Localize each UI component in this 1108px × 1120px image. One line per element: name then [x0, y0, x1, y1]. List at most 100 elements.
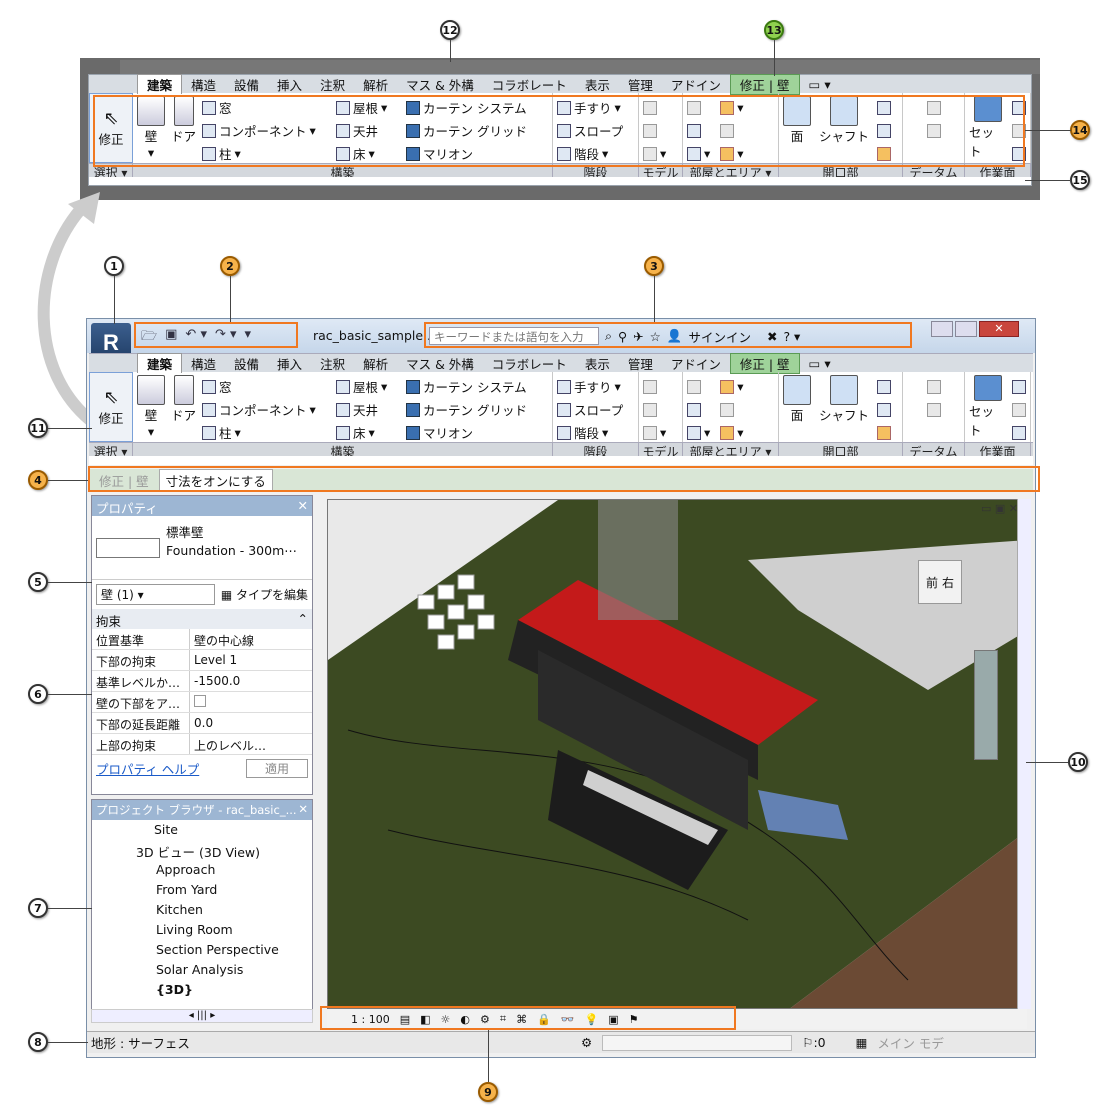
dormer-icon[interactable] — [877, 425, 892, 440]
ramp-button[interactable]: スロープ — [557, 398, 634, 421]
curtain-system-button[interactable]: カーテン システム — [406, 375, 536, 398]
tree-item[interactable]: Site — [92, 822, 312, 842]
set-button[interactable]: セット — [969, 375, 1006, 439]
design-options-icon[interactable]: ▦ — [856, 1035, 868, 1050]
modify-button[interactable]: ⇖ 修正 — [89, 372, 133, 442]
vertical-scrollbar[interactable] — [1017, 499, 1031, 1009]
property-row[interactable]: 下部の延長距離 0.0 — [92, 713, 312, 734]
tree-item[interactable]: From Yard — [92, 882, 312, 902]
property-row[interactable]: 基準レベルか… -1500.0 — [92, 671, 312, 692]
room-icon[interactable] — [687, 379, 701, 394]
maximize-button[interactable] — [955, 321, 977, 337]
model-group-icon[interactable] — [643, 425, 657, 440]
property-value[interactable]: -1500.0 — [190, 671, 312, 691]
area-tag-icon[interactable] — [720, 425, 735, 440]
area-boundary-icon[interactable] — [720, 402, 735, 417]
tab-analyze[interactable]: 解析 — [354, 354, 397, 373]
close-icon[interactable]: ✕ — [298, 802, 308, 818]
viewer-icon[interactable] — [1012, 425, 1026, 440]
tab-modify-wall[interactable]: 修正 | 壁 — [729, 352, 800, 374]
type-selector[interactable]: 標準壁 Foundation - 300m⋯ — [92, 516, 312, 580]
tab-massing[interactable]: マス & 外構 — [397, 354, 483, 373]
tree-item[interactable]: Living Room — [92, 922, 312, 942]
ref-plane-icon[interactable] — [1012, 402, 1026, 417]
design-option-dropdown[interactable]: メイン モデ — [877, 1033, 943, 1052]
face-button[interactable]: 面 — [783, 375, 811, 424]
room-tag-icon[interactable] — [687, 402, 701, 417]
tab-view[interactable]: 表示 — [576, 75, 619, 94]
checkbox[interactable] — [194, 695, 206, 707]
workset-dropdown[interactable] — [602, 1034, 793, 1051]
tab-insert[interactable]: 挿入 — [268, 75, 311, 94]
worksets-icon[interactable]: ⚙ — [581, 1035, 592, 1050]
tab-addins[interactable]: アドイン — [662, 75, 730, 94]
constraints-group[interactable]: 拘束 ⌃ — [92, 609, 312, 629]
select-panel-dropdown[interactable]: 選択 ▾ — [89, 443, 133, 456]
model-text-icon[interactable] — [643, 379, 657, 394]
mullion-button[interactable]: マリオン — [406, 421, 536, 444]
viewcube[interactable]: 前右 — [918, 560, 962, 604]
area-icon[interactable] — [687, 425, 701, 440]
tab-structure[interactable]: 構造 — [182, 354, 225, 373]
room-separator-icon[interactable] — [720, 379, 735, 394]
navigation-bar[interactable] — [974, 650, 998, 760]
properties-help-link[interactable]: プロパティ ヘルプ — [96, 759, 199, 778]
ceiling-button[interactable]: 天井 — [336, 398, 400, 421]
tab-annotate[interactable]: 注釈 — [311, 75, 354, 94]
property-row[interactable]: 下部の拘束 Level 1 — [92, 650, 312, 671]
filter-icon[interactable]: ⚐ — [802, 1035, 813, 1050]
3d-view-canvas[interactable]: ▭ ▣ ✕ 前右 — [327, 499, 1027, 1009]
tab-manage[interactable]: 管理 — [619, 354, 662, 373]
tab-systems[interactable]: 設備 — [225, 75, 268, 94]
tree-item[interactable]: Approach — [92, 862, 312, 882]
room-panel-dropdown[interactable]: 部屋とエリア ▾ — [683, 443, 779, 456]
apply-button[interactable]: 適用 — [245, 759, 308, 778]
tab-addins[interactable]: アドイン — [662, 354, 730, 373]
instance-selector[interactable]: 壁 (1) ▾ — [96, 584, 215, 605]
ribbon-minimize-button[interactable]: ▭ ▾ — [800, 356, 840, 371]
ribbon-minimize-button[interactable]: ▭ ▾ — [800, 77, 840, 92]
tree-item[interactable]: Kitchen — [92, 902, 312, 922]
model-line-icon[interactable] — [643, 402, 657, 417]
edit-type-button[interactable]: ▦ タイプを編集 — [221, 586, 308, 603]
view-window-controls[interactable]: ▭ ▣ ✕ — [981, 502, 1018, 515]
tab-massing[interactable]: マス & 外構 — [397, 75, 483, 94]
grid-icon[interactable] — [926, 402, 941, 417]
tree-item[interactable]: Solar Analysis — [92, 962, 312, 982]
property-value[interactable]: 上のレベル… — [190, 734, 312, 754]
minimize-button[interactable] — [931, 321, 953, 337]
property-row[interactable]: 位置基準 壁の中心線 — [92, 629, 312, 650]
curtain-grid-button[interactable]: カーテン グリッド — [406, 398, 536, 421]
tab-modify-wall[interactable]: 修正 | 壁 — [729, 73, 800, 95]
component-button[interactable]: コンポーネント ▾ — [202, 398, 330, 421]
roof-button[interactable]: 屋根 ▾ — [336, 375, 400, 398]
level-icon[interactable] — [926, 379, 941, 394]
stair-button[interactable]: 階段 ▾ — [557, 421, 634, 444]
column-button[interactable]: 柱 ▾ — [202, 421, 330, 444]
window-button[interactable]: 窓 — [202, 375, 330, 398]
close-button[interactable]: ✕ — [979, 321, 1019, 337]
close-icon[interactable]: ✕ — [298, 498, 308, 514]
show-workplane-icon[interactable] — [1012, 379, 1026, 394]
tree-item[interactable]: {3D} — [92, 982, 312, 1002]
browser-horizontal-scrollbar[interactable]: ◂ ||| ▸ — [91, 1009, 313, 1023]
property-value[interactable]: 壁の中心線 — [190, 629, 312, 649]
tree-item[interactable]: Section Perspective — [92, 942, 312, 962]
floor-button[interactable]: 床 ▾ — [336, 421, 400, 444]
tab-view[interactable]: 表示 — [576, 354, 619, 373]
tab-systems[interactable]: 設備 — [225, 354, 268, 373]
wall-opening-icon[interactable] — [877, 402, 892, 417]
property-value[interactable]: Level 1 — [190, 650, 312, 670]
door-button[interactable]: ドア — [171, 375, 196, 439]
tab-insert[interactable]: 挿入 — [268, 354, 311, 373]
tab-architecture[interactable]: 建築 — [137, 74, 183, 94]
tab-annotate[interactable]: 注釈 — [311, 354, 354, 373]
tab-structure[interactable]: 構造 — [182, 75, 225, 94]
property-value[interactable] — [190, 692, 312, 712]
tab-collaborate[interactable]: コラボレート — [483, 75, 576, 94]
shaft-button[interactable]: シャフト — [819, 375, 869, 424]
tab-architecture[interactable]: 建築 — [137, 353, 183, 373]
tree-node-3d-views[interactable]: 3D ビュー (3D View) — [92, 842, 312, 862]
tab-manage[interactable]: 管理 — [619, 75, 662, 94]
property-row[interactable]: 壁の下部をア… — [92, 692, 312, 713]
